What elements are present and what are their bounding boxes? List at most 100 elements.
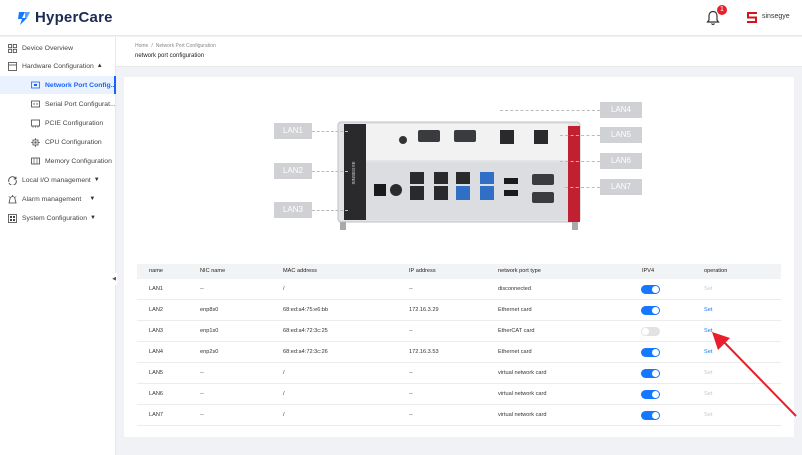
app-logo[interactable]: HyperCare: [16, 9, 113, 26]
lan3-connector: [312, 210, 348, 211]
cell-port-type: Ethernet card: [498, 307, 532, 313]
chevron-down-icon: ▼: [89, 196, 96, 202]
cell-mac-address: /: [283, 412, 285, 418]
ipv4-toggle[interactable]: [641, 327, 660, 336]
sidebar-item-alarm-management[interactable]: Alarm management ▼: [0, 190, 116, 208]
lan4-connector: [500, 110, 600, 111]
table-row: LAN2 enp8s0 68:ed:a4:75:e6:bb 172.16.3.2…: [137, 300, 781, 321]
sidebar-item-label: Alarm management: [22, 195, 82, 203]
cell-name: LAN2: [149, 307, 163, 313]
company-logo-icon: [747, 12, 757, 23]
column-header-ip-address: IP address: [409, 268, 436, 274]
cell-port-type: Ethernet card: [498, 349, 532, 355]
toggle-knob: [652, 307, 659, 314]
toggle-knob: [652, 370, 659, 377]
cell-mac-address: /: [283, 370, 285, 376]
app-name: HyperCare: [35, 9, 113, 26]
table-row: LAN3 enp1s0 68:ed:a4:72:3c:25 -- EtherCA…: [137, 321, 781, 342]
sidebar-item-cpu-configuration[interactable]: CPU Configuration: [0, 133, 116, 151]
cell-port-type: disconnected: [498, 286, 531, 292]
column-header-mac-address: MAC address: [283, 268, 317, 274]
sidebar-item-system-configuration[interactable]: System Configuration ▼: [0, 209, 116, 227]
sidebar-item-network-port-configuration[interactable]: Network Port Config...: [0, 76, 116, 94]
breadcrumb-current: Network Port Configuration: [155, 43, 216, 49]
table-row: LAN1 -- / -- disconnected Set: [137, 279, 781, 300]
cell-mac-address: 68:ed:a4:72:3c:26: [283, 349, 328, 355]
cell-ip-address: --: [409, 286, 413, 292]
cell-ip-address: 172.16.3.29: [409, 307, 439, 313]
sidebar-item-local-io-management[interactable]: Local I/O management ▼: [0, 171, 116, 189]
cell-nic-name: enp1s0: [200, 328, 219, 334]
set-button[interactable]: Set: [704, 300, 712, 321]
cell-ip-address: --: [409, 391, 413, 397]
cell-nic-name: --: [200, 391, 204, 397]
serial-port-icon: [31, 100, 40, 107]
lan6-label: LAN6: [600, 153, 642, 169]
notification-badge: 1: [717, 5, 727, 15]
cell-name: LAN4: [149, 349, 163, 355]
sidebar-item-label: Hardware Configuration: [22, 62, 94, 70]
system-icon: [8, 213, 17, 223]
io-icon: [8, 175, 17, 185]
lan1-connector: [312, 131, 348, 132]
cell-port-type: virtual network card: [498, 412, 547, 418]
ipv4-toggle[interactable]: [641, 285, 660, 294]
dashboard-icon: [8, 43, 17, 53]
sidebar-item-device-overview[interactable]: Device Overview: [0, 39, 116, 57]
breadcrumb-home[interactable]: Home: [135, 43, 148, 49]
sidebar: Device Overview Hardware Configuration ▲…: [0, 37, 117, 455]
cell-name: LAN3: [149, 328, 163, 334]
set-button[interactable]: Set: [704, 279, 712, 300]
page-title: network port configuration: [135, 53, 205, 59]
lan5-label: LAN5: [600, 127, 642, 143]
cell-nic-name: --: [200, 370, 204, 376]
column-header-nic-name: NIC name: [200, 268, 226, 274]
lan1-label: LAN1: [274, 123, 312, 139]
cell-mac-address: /: [283, 391, 285, 397]
lan3-label: LAN3: [274, 202, 312, 218]
breadcrumb-separator: /: [151, 43, 153, 49]
cell-ip-address: --: [409, 412, 413, 418]
memory-icon: [31, 157, 40, 164]
toggle-knob: [652, 349, 659, 356]
pcie-icon: [31, 119, 40, 127]
ipv4-toggle[interactable]: [641, 348, 660, 357]
chevron-down-icon: ▼: [89, 215, 96, 221]
sidebar-item-label: Network Port Config...: [45, 81, 117, 89]
hardware-icon: [8, 61, 17, 71]
toggle-knob: [652, 412, 659, 419]
cell-nic-name: enp8s0: [200, 307, 219, 313]
ipv4-toggle[interactable]: [641, 306, 660, 315]
table-row: LAN5 -- / -- virtual network card Set: [137, 363, 781, 384]
toggle-knob: [652, 286, 659, 293]
user-name[interactable]: sinsegye: [762, 13, 790, 20]
ipv4-toggle[interactable]: [641, 369, 660, 378]
ipv4-toggle[interactable]: [641, 390, 660, 399]
lan4-label: LAN4: [600, 102, 642, 118]
column-header-ipv4: IPV4: [642, 268, 655, 274]
sidebar-item-hardware-configuration[interactable]: Hardware Configuration ▲: [0, 57, 116, 75]
sidebar-collapse-handle[interactable]: ◀: [111, 273, 117, 285]
table-row: LAN7 -- / -- virtual network card Set: [137, 405, 781, 426]
table-header: name NIC name MAC address IP address net…: [137, 264, 781, 279]
chevron-down-icon: ▼: [93, 177, 100, 183]
sidebar-item-serial-port-configuration[interactable]: Serial Port Configurat...: [0, 95, 116, 113]
column-header-name: name: [149, 268, 163, 274]
lan2-label: LAN2: [274, 163, 312, 179]
sidebar-item-memory-configuration[interactable]: Memory Configuration: [0, 152, 116, 170]
sidebar-item-label: PCIE Configuration: [45, 119, 104, 127]
table-row: LAN4 enp2s0 68:ed:a4:72:3c:26 172.16.3.5…: [137, 342, 781, 363]
cell-mac-address: 68:ed:a4:75:e6:bb: [283, 307, 329, 313]
toggle-knob: [642, 328, 649, 335]
sidebar-item-label: Serial Port Configurat...: [45, 100, 116, 108]
ipv4-toggle[interactable]: [641, 411, 660, 420]
lan7-label: LAN7: [600, 179, 642, 195]
device-brand-text: SINSEGYE: [351, 161, 356, 184]
sidebar-item-pcie-configuration[interactable]: PCIE Configuration: [0, 114, 116, 132]
sidebar-item-label: System Configuration: [22, 214, 87, 222]
lan6-connector: [560, 161, 600, 162]
sidebar-item-label: CPU Configuration: [45, 138, 102, 146]
cell-port-type: virtual network card: [498, 370, 547, 376]
column-header-operation: operation: [704, 268, 728, 274]
cell-ip-address: 172.16.3.53: [409, 349, 439, 355]
